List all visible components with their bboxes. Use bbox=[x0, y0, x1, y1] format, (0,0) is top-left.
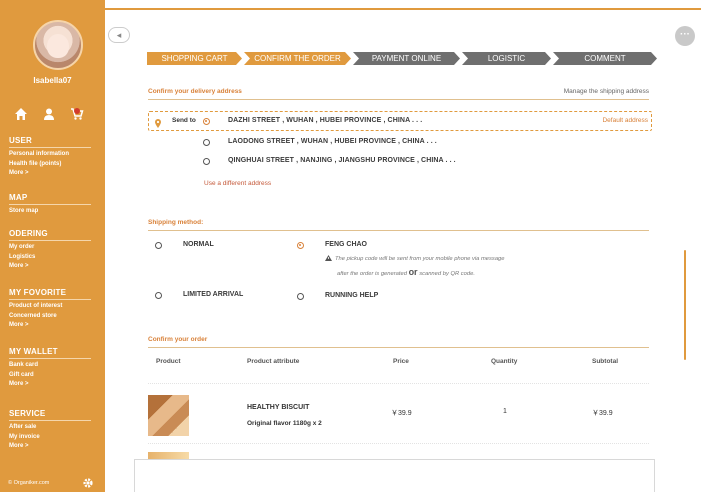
shipping-section-title: Shipping method: bbox=[148, 219, 204, 226]
warning-icon bbox=[325, 255, 332, 261]
menu-item-my-invoice[interactable]: My invoice bbox=[9, 433, 91, 443]
product-quantity[interactable]: 1 bbox=[503, 408, 507, 415]
user-icon[interactable] bbox=[42, 107, 56, 121]
col-header-quantity: Quantity bbox=[491, 358, 518, 365]
table-header-divider bbox=[148, 383, 649, 384]
menu-head-user: USER bbox=[9, 136, 91, 148]
pickup-note-line-1: The pickup code will be sent from your m… bbox=[325, 255, 505, 262]
step-shopping-cart[interactable]: SHOPPING CART bbox=[147, 52, 242, 65]
shipping-radio-running-help[interactable] bbox=[297, 293, 304, 300]
default-address-tag: Default address bbox=[602, 117, 648, 124]
table-row-divider bbox=[148, 443, 649, 444]
shipping-divider bbox=[148, 230, 649, 231]
copyright: © Organiker.com bbox=[8, 480, 50, 486]
col-header-subtotal: Subtotal bbox=[592, 358, 618, 365]
menu-item-user-more[interactable]: More > bbox=[9, 169, 91, 179]
menu-item-product-of-interest[interactable]: Product of interest bbox=[9, 302, 91, 312]
address-option-2[interactable]: LAODONG STREET , WUHAN , HUBEI PROVINCE … bbox=[228, 138, 437, 145]
order-divider bbox=[148, 347, 649, 348]
col-header-product: Product bbox=[156, 358, 181, 365]
menu-my-fovorite: MY FOVORITE Product of interest Concerne… bbox=[9, 288, 91, 331]
menu-item-fovorite-more[interactable]: More > bbox=[9, 321, 91, 331]
checkout-steps: SHOPPING CART CONFIRM THE ORDER PAYMENT … bbox=[147, 52, 659, 65]
gear-icon[interactable] bbox=[82, 476, 94, 488]
shipping-option-feng-chao[interactable]: FENG CHAO bbox=[325, 241, 367, 248]
address-radio-1[interactable] bbox=[203, 118, 210, 125]
order-section-title: Confirm your order bbox=[148, 336, 208, 343]
menu-item-health-file[interactable]: Health file (points) bbox=[9, 160, 91, 170]
address-section-title: Confirm your delivery address bbox=[148, 88, 242, 95]
scrollbar[interactable] bbox=[684, 250, 686, 360]
use-different-address-link[interactable]: Use a different address bbox=[204, 180, 271, 187]
pickup-note-or: or bbox=[408, 267, 418, 277]
manage-address-link[interactable]: Manage the shipping address bbox=[540, 88, 649, 95]
address-option-3[interactable]: QINGHUAI STREET , NANJING , JIANGSHU PRO… bbox=[228, 157, 456, 164]
menu-head-my-wallet: MY WALLET bbox=[9, 347, 91, 359]
menu-item-after-sale[interactable]: After sale bbox=[9, 423, 91, 433]
menu-head-service: SERVICE bbox=[9, 409, 91, 421]
collapse-sidebar-button[interactable]: ◂ bbox=[108, 27, 130, 43]
send-to-label: Send to bbox=[172, 117, 196, 124]
username: Isabella07 bbox=[33, 76, 72, 85]
pickup-note-line-2: after the order is generated or scanned … bbox=[337, 267, 475, 277]
step-confirm-order[interactable]: CONFIRM THE ORDER bbox=[244, 52, 351, 65]
menu-item-odering-more[interactable]: More > bbox=[9, 262, 91, 272]
address-option-1[interactable]: DAZHI STREET , WUHAN , HUBEI PROVINCE , … bbox=[228, 117, 422, 124]
address-radio-2[interactable] bbox=[203, 139, 210, 146]
product-attribute: Original flavor 1180g x 2 bbox=[247, 420, 322, 427]
menu-service: SERVICE After sale My invoice More > bbox=[9, 409, 91, 452]
shipping-option-normal[interactable]: NORMAL bbox=[183, 241, 214, 248]
menu-head-odering: ODERING bbox=[9, 229, 91, 241]
product-subtotal: ￥39.9 bbox=[592, 410, 613, 417]
menu-item-store-map[interactable]: Store map bbox=[9, 207, 91, 217]
step-payment-online[interactable]: PAYMENT ONLINE bbox=[353, 52, 460, 65]
product-name[interactable]: HEALTHY BISCUIT bbox=[247, 404, 309, 411]
location-pin-icon bbox=[155, 115, 161, 128]
shipping-option-running-help[interactable]: RUNNING HELP bbox=[325, 292, 378, 299]
pickup-note-text-2a: after the order is generated bbox=[337, 271, 407, 277]
menu-user: USER Personal information Health file (p… bbox=[9, 136, 91, 179]
menu-head-map: MAP bbox=[9, 193, 91, 205]
step-comment[interactable]: COMMENT bbox=[553, 52, 657, 65]
menu-head-my-fovorite: MY FOVORITE bbox=[9, 288, 91, 300]
menu-item-service-more[interactable]: More > bbox=[9, 442, 91, 452]
menu-map: MAP Store map bbox=[9, 193, 91, 217]
address-radio-3[interactable] bbox=[203, 158, 210, 165]
shipping-option-limited-arrival[interactable]: LIMITED ARRIVAL bbox=[183, 291, 243, 298]
product-price: ￥39.9 bbox=[391, 410, 412, 417]
menu-item-gift-card[interactable]: Gift card bbox=[9, 371, 91, 381]
address-divider bbox=[148, 99, 649, 100]
shipping-radio-limited-arrival[interactable] bbox=[155, 292, 162, 299]
menu-item-logistics[interactable]: Logistics bbox=[9, 253, 91, 263]
cart-icon[interactable] bbox=[70, 107, 84, 121]
shipping-radio-normal[interactable] bbox=[155, 242, 162, 249]
cart-badge-dot bbox=[74, 108, 80, 114]
ellipsis-icon: ··· bbox=[680, 29, 690, 40]
arrow-left-icon: ◂ bbox=[116, 30, 122, 40]
more-options-button[interactable]: ··· bbox=[675, 26, 695, 46]
menu-item-personal-information[interactable]: Personal information bbox=[9, 150, 91, 160]
col-header-price: Price bbox=[393, 358, 409, 365]
menu-item-concerned-store[interactable]: Concerned store bbox=[9, 312, 91, 322]
menu-my-wallet: MY WALLET Bank card Gift card More > bbox=[9, 347, 91, 390]
sidebar: Isabella07 USER Personal information Hea… bbox=[0, 0, 105, 492]
menu-item-bank-card[interactable]: Bank card bbox=[9, 361, 91, 371]
quick-icons bbox=[14, 107, 84, 121]
shipping-radio-feng-chao[interactable] bbox=[297, 242, 304, 249]
step-logistic[interactable]: LOGISTIC bbox=[462, 52, 551, 65]
menu-odering: ODERING My order Logistics More > bbox=[9, 229, 91, 272]
pickup-note-text-1: The pickup code will be sent from your m… bbox=[335, 256, 505, 262]
col-header-attribute: Product attribute bbox=[247, 358, 300, 365]
avatar[interactable] bbox=[33, 20, 83, 70]
menu-item-wallet-more[interactable]: More > bbox=[9, 380, 91, 390]
menu-item-my-order[interactable]: My order bbox=[9, 243, 91, 253]
product-image[interactable] bbox=[148, 395, 189, 436]
home-icon[interactable] bbox=[14, 107, 28, 121]
top-divider bbox=[105, 8, 701, 10]
bottom-panel bbox=[134, 459, 655, 492]
pickup-note-text-2b: scanned by QR code. bbox=[419, 271, 475, 277]
